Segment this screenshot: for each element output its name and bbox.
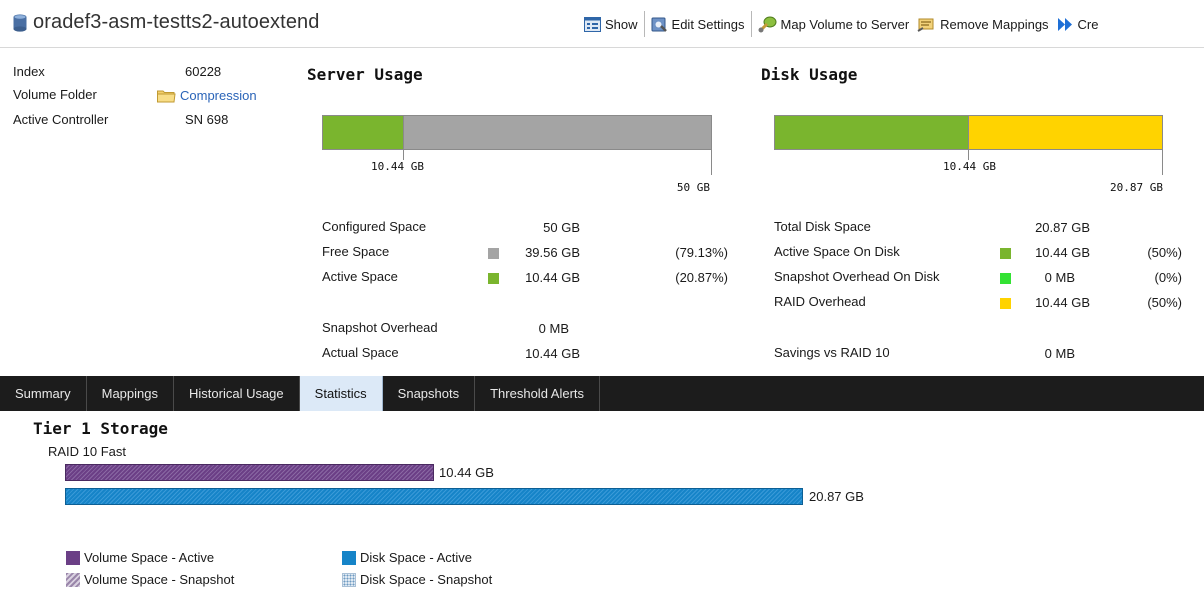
total-disk-space-value: 20.87 GB xyxy=(1035,220,1090,235)
volume-folder-label: Volume Folder xyxy=(13,87,97,102)
active-space-label: Active Space xyxy=(322,269,398,284)
active-controller-label: Active Controller xyxy=(13,112,109,127)
actual-space-label: Actual Space xyxy=(322,345,399,360)
server-max-tick xyxy=(711,150,712,175)
disk-usage-title: Disk Usage xyxy=(761,65,858,84)
configured-space-value: 50 GB xyxy=(543,220,580,235)
edit-settings-button[interactable]: Edit Settings xyxy=(647,12,749,36)
toolbar-divider xyxy=(750,11,752,37)
volume-folder-link[interactable]: Compression xyxy=(180,88,257,103)
volume-icon xyxy=(13,14,27,32)
server-free-segment xyxy=(404,116,711,149)
remove-mappings-button[interactable]: Remove Mappings xyxy=(913,12,1052,36)
create-icon xyxy=(1057,17,1072,31)
disk-usage-bar xyxy=(774,115,1163,150)
configured-space-label: Configured Space xyxy=(322,219,427,234)
create-button[interactable]: Cre xyxy=(1053,12,1103,36)
raid-label: RAID 10 Fast xyxy=(48,444,127,459)
toolbar-divider xyxy=(643,11,645,37)
disk-max-tick-label: 20.87 GB xyxy=(1110,181,1163,194)
tab-historical-usage[interactable]: Historical Usage xyxy=(174,376,300,411)
server-max-tick-label: 50 GB xyxy=(676,181,710,194)
active-space-on-disk-label: Active Space On Disk xyxy=(774,244,900,259)
legend-swatch xyxy=(66,572,80,587)
server-used-tick-label: 10.44 GB xyxy=(371,160,424,173)
disk-active-segment xyxy=(775,116,969,149)
savings-vs-raid10-value: 0 MB xyxy=(1044,346,1075,361)
tab-bar: Summary Mappings Historical Usage Statis… xyxy=(0,376,1204,411)
raid-overhead-label: RAID Overhead xyxy=(774,294,866,309)
legend-swatch xyxy=(66,550,80,565)
legend-label: Disk Space - Snapshot xyxy=(360,572,493,587)
legend-volume-active: Volume Space - Active xyxy=(66,550,214,565)
legend-label: Volume Space - Snapshot xyxy=(84,572,235,587)
free-space-value: 39.56 GB xyxy=(525,245,580,260)
disk-space-bar xyxy=(65,488,803,505)
active-space-on-disk-percent: (50%) xyxy=(1147,245,1182,260)
page-title: oradef3-asm-testts2-autoextend xyxy=(33,11,320,33)
disk-used-tick xyxy=(968,150,969,160)
edit-settings-label: Edit Settings xyxy=(671,16,745,32)
snapshot-overhead-value: 0 MB xyxy=(538,321,569,336)
tab-summary[interactable]: Summary xyxy=(0,376,87,411)
snapshot-overhead-on-disk-label: Snapshot Overhead On Disk xyxy=(774,269,940,284)
legend-label: Disk Space - Active xyxy=(360,550,472,565)
folder-icon xyxy=(157,90,176,103)
volume-folder-value: Compression xyxy=(157,87,257,103)
actual-space-value: 10.44 GB xyxy=(525,346,580,361)
volume-space-bar-label: 10.44 GB xyxy=(439,465,494,480)
raid-overhead-percent: (50%) xyxy=(1147,295,1182,310)
disk-raid-segment xyxy=(969,116,1162,149)
server-usage-title: Server Usage xyxy=(307,65,423,84)
disk-max-tick xyxy=(1162,150,1163,175)
server-used-segment xyxy=(323,116,404,149)
volume-space-bar xyxy=(65,464,434,481)
create-label: Cre xyxy=(1077,16,1099,32)
active-space-value: 10.44 GB xyxy=(525,270,580,285)
index-value: 60228 xyxy=(185,64,222,79)
legend-volume-snapshot: Volume Space - Snapshot xyxy=(66,572,234,587)
title-bar: oradef3-asm-testts2-autoextend Show Edit… xyxy=(0,0,1204,48)
show-icon xyxy=(584,16,601,32)
remove-mappings-label: Remove Mappings xyxy=(940,16,1049,32)
snapshot-overhead-label: Snapshot Overhead xyxy=(322,320,438,335)
snapshot-overhead-on-disk-percent: (0%) xyxy=(1154,270,1182,285)
toolbar: Show Edit Settings Map Volume to Server xyxy=(580,11,1103,37)
legend-disk-snapshot: Disk Space - Snapshot xyxy=(342,572,492,587)
map-volume-label: Map Volume to Server xyxy=(780,16,910,32)
legend-label: Volume Space - Active xyxy=(84,550,215,565)
free-space-percent: (79.13%) xyxy=(675,245,728,260)
snapshot-overhead-on-disk-value: 0 MB xyxy=(1044,270,1075,285)
tab-statistics[interactable]: Statistics xyxy=(299,376,383,411)
legend-disk-active: Disk Space - Active xyxy=(342,550,472,565)
tab-mappings[interactable]: Mappings xyxy=(87,376,174,411)
active-space-on-disk-value: 10.44 GB xyxy=(1035,245,1090,260)
tier-title: Tier 1 Storage xyxy=(33,419,168,438)
active-controller-value: SN 698 xyxy=(185,112,229,127)
tab-snapshots[interactable]: Snapshots xyxy=(383,376,476,411)
edit-settings-icon xyxy=(651,17,667,32)
legend-swatch xyxy=(342,572,356,587)
total-disk-space-label: Total Disk Space xyxy=(774,219,871,234)
active-space-percent: (20.87%) xyxy=(675,270,728,285)
savings-vs-raid10-label: Savings vs RAID 10 xyxy=(774,345,890,360)
disk-used-tick-label: 10.44 GB xyxy=(943,160,996,173)
map-volume-button[interactable]: Map Volume to Server xyxy=(754,12,914,36)
raid-overhead-value: 10.44 GB xyxy=(1035,295,1090,310)
server-used-tick xyxy=(403,150,404,160)
free-space-label: Free Space xyxy=(322,244,390,259)
remove-mappings-icon xyxy=(917,18,934,32)
index-label: Index xyxy=(13,64,45,79)
legend-swatch xyxy=(342,550,356,565)
server-usage-bar xyxy=(322,115,712,150)
tab-threshold-alerts[interactable]: Threshold Alerts xyxy=(475,376,601,411)
show-label: Show xyxy=(605,16,638,32)
show-button[interactable]: Show xyxy=(580,12,642,36)
map-volume-icon xyxy=(758,16,777,32)
disk-space-bar-label: 20.87 GB xyxy=(809,489,864,504)
